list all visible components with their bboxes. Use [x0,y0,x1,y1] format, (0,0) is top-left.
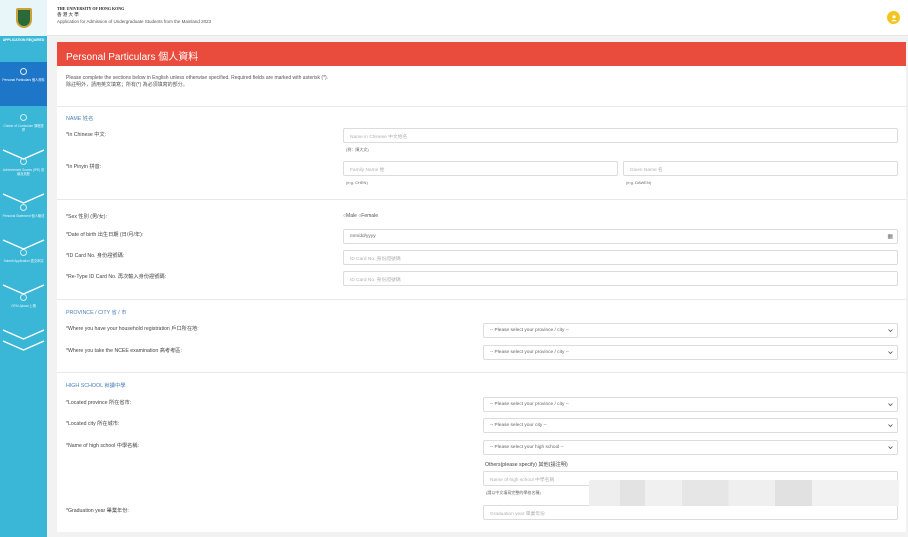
school-province-select-value: -- Please select your province / city -- [490,402,569,407]
intro-en: Please complete the sections below in En… [66,75,329,81]
school-name-select[interactable]: -- Please select your high school -- [483,440,898,455]
sidebar-step-curriculum[interactable]: Choice of Curriculum 課程選擇 [0,108,47,160]
form-card: Personal Particulars 個人資料 Please complet… [57,42,906,532]
section-title-school: HIGH SCHOOL 就讀中學 [66,383,126,389]
school-city-label: *Located city 所在城市: [66,421,120,427]
intro-text: Please complete the sections below in En… [66,75,328,89]
ncee-select[interactable]: -- Please select your province / city -- [483,345,898,360]
page-title: Personal Particulars 個人資料 [57,42,906,66]
chevron-down-icon [888,329,893,333]
others-school-hint: (請以中文填寫完整的學校名稱) [486,490,541,495]
chinese-name-input[interactable]: Name in Chinese 中文姓名 [343,128,898,143]
section-title-name: NAME 姓名 [66,116,94,122]
sidebar-step-statement[interactable]: Personal Statement 個人陳述 [0,198,47,250]
divider [57,372,906,373]
school-name-label: *Name of high school 中學名稱: [66,443,139,449]
user-icon[interactable] [887,11,900,24]
id-card-input[interactable]: ID Card No. 身份證號碼 [343,250,898,265]
divider [57,106,906,107]
step-icon [20,204,27,211]
school-city-select-value: -- Please select your city -- [490,423,547,428]
retype-id-card-input[interactable]: ID Card No. 身份證號碼 [343,271,898,286]
university-name-en: THE UNIVERSITY OF HONG KONG [57,6,125,11]
sidebar-step-upload[interactable]: GPA Upload 上傳 [0,288,47,351]
given-name-hint: (e.g. DAWEN) [626,180,652,185]
step-icon [20,114,27,121]
school-name-select-value: -- Please select your high school -- [490,445,564,450]
sidebar-step-label: GPA Upload 上傳 [11,304,36,308]
dob-input[interactable]: mm/dd/yyyy ▦ [343,229,898,244]
chevron-down-icon [888,351,893,355]
male-radio[interactable]: ○Male [343,213,357,219]
dob-label: *Date of birth 出生日期 (日/月/年): [66,232,144,238]
divider [57,299,906,300]
section-title-province: PROVINCE / CITY 省 / 市 [66,310,127,316]
intro-cn: 除註明外，請用英文填寫；所有(*) 為必須填寫的部分。 [66,82,188,88]
school-province-label: *Located province 所在省市: [66,400,132,406]
others-label: Others(please specify) 其他(請注明) [485,462,568,468]
school-city-select[interactable]: -- Please select your city -- [483,418,898,433]
household-select-value: -- Please select your province / city -- [490,328,569,333]
step-icon [20,294,27,301]
sidebar-step-label: Personal Particulars 個人資料 [2,78,45,82]
sidebar-title: APPLICATION REQUIRED [2,38,45,42]
chinese-name-label: *In Chinese 中文: [66,132,107,138]
sidebar-step-submit[interactable]: Submit Application 遞交申請 [0,243,47,295]
header: THE UNIVERSITY OF HONG KONG 香 港 大 學 Appl… [47,0,908,36]
university-name-cn: 香 港 大 學 [57,12,79,17]
calendar-icon[interactable]: ▦ [887,233,893,240]
divider [57,199,906,200]
logo [0,0,47,36]
family-name-input[interactable]: Family Name 姓 [343,161,618,176]
chevron-down-icon [2,340,45,351]
chinese-name-hint: (例：陳大文) [346,147,369,152]
crest-icon [15,8,32,28]
family-name-hint: (e.g. CHEN) [346,180,368,185]
step-icon [20,158,27,165]
sidebar-step-label: Choice of Curriculum 課程選擇 [3,124,44,132]
ncee-label: *Where you take the NCEE examination 高考考… [66,348,182,354]
retype-id-card-label: *Re-Type ID Card No. 再次輸入身份證號碼: [66,274,167,280]
chevron-down-icon [888,424,893,428]
step-icon [20,249,27,256]
school-province-select[interactable]: -- Please select your province / city -- [483,397,898,412]
chevron-down-icon [888,403,893,407]
pixelated-overlay [589,480,899,506]
sidebar-step-personal[interactable]: Personal Particulars 個人資料 [0,62,47,106]
ncee-select-value: -- Please select your province / city -- [490,350,569,355]
given-name-input[interactable]: Given Name 名 [623,161,898,176]
female-radio[interactable]: ○Female [358,213,378,219]
sidebar: APPLICATION REQUIRED Personal Particular… [0,0,47,537]
sex-label: *Sex 性別 (男/女): [66,214,107,220]
household-label: *Where you have your household registrat… [66,326,199,332]
pinyin-label: *In Pinyin 拼音: [66,164,102,170]
chevron-down-icon [888,446,893,450]
sex-radio-group: ○Male ○Female [343,213,378,219]
sidebar-step-scores[interactable]: Achievement Scores (IPE) 成績及資歷 [0,152,47,204]
graduation-year-input[interactable]: Graduation year 畢業年份 [483,505,898,520]
dob-value: mm/dd/yyyy [350,234,376,239]
household-select[interactable]: -- Please select your province / city -- [483,323,898,338]
sidebar-step-label: Personal Statement 個人陳述 [2,214,45,218]
graduation-year-label: *Graduation year 畢業年份: [66,508,129,514]
application-title: Application for Admission of Undergradua… [57,19,212,24]
sidebar-step-label: Achievement Scores (IPE) 成績及資歷 [2,168,45,176]
step-icon [20,68,27,75]
id-card-label: *ID Card No. 身份證號碼: [66,253,125,259]
sidebar-step-label: Submit Application 遞交申請 [3,259,44,263]
